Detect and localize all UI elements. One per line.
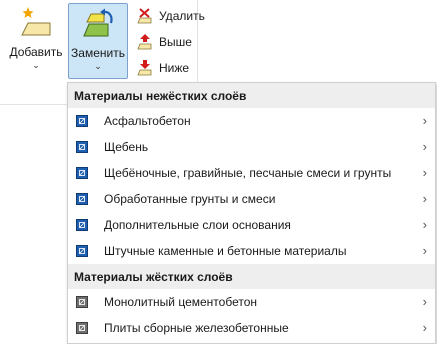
move-up-label: Выше xyxy=(159,35,192,49)
menu-item-asphalt-concrete[interactable]: Асфальтобетон › xyxy=(68,108,435,134)
menu-item-treated-soils[interactable]: Обработанные грунты и смеси › xyxy=(68,186,435,212)
delete-layer-button[interactable]: Удалить xyxy=(136,5,205,27)
replace-button-label: Заменить xyxy=(71,46,125,60)
chevron-right-icon: › xyxy=(422,191,427,206)
material-icon xyxy=(76,219,88,231)
move-up-button[interactable]: Выше xyxy=(136,31,192,53)
menu-group-header-flexible: Материалы нежёстких слоёв xyxy=(68,83,435,108)
material-icon xyxy=(76,193,88,205)
menu-item-gravel-sand-mixes[interactable]: Щебёночные, гравийные, песчаные смеси и … xyxy=(68,160,435,186)
chevron-down-icon: ⌄ xyxy=(94,61,102,71)
menu-item-label: Дополнительные слои основания xyxy=(104,218,291,232)
material-icon xyxy=(76,115,88,127)
add-button[interactable]: Добавить ⌄ xyxy=(6,3,66,79)
menu-item-monolithic-cement-concrete[interactable]: Монолитный цементобетон › xyxy=(68,289,435,315)
chevron-right-icon: › xyxy=(422,294,427,309)
layer-down-icon xyxy=(137,60,152,76)
menu-item-label: Штучные каменные и бетонные материалы xyxy=(104,244,347,258)
material-icon xyxy=(76,245,88,257)
move-down-button[interactable]: Ниже xyxy=(136,57,189,79)
move-down-label: Ниже xyxy=(159,61,190,75)
chevron-right-icon: › xyxy=(422,320,427,335)
replace-dropdown-menu: Материалы нежёстких слоёв Асфальтобетон … xyxy=(67,82,436,344)
layer-up-icon xyxy=(137,34,152,50)
replace-button[interactable]: Заменить ⌄ xyxy=(68,3,128,79)
chevron-right-icon: › xyxy=(422,113,427,128)
material-icon xyxy=(76,167,88,179)
chevron-down-icon: ⌄ xyxy=(32,60,40,70)
chevron-right-icon: › xyxy=(422,217,427,232)
layer-delete-icon xyxy=(137,8,152,24)
menu-item-stone-concrete-units[interactable]: Штучные каменные и бетонные материалы › xyxy=(68,238,435,264)
material-icon xyxy=(76,141,88,153)
menu-group-header-rigid: Материалы жёстких слоёв xyxy=(68,264,435,289)
chevron-right-icon: › xyxy=(422,243,427,258)
menu-item-label: Асфальтобетон xyxy=(104,114,191,128)
add-button-label: Добавить xyxy=(9,45,63,59)
layer-add-icon xyxy=(21,7,51,36)
menu-item-additional-base-layers[interactable]: Дополнительные слои основания › xyxy=(68,212,435,238)
menu-item-label: Обработанные грунты и смеси xyxy=(104,192,276,206)
chevron-right-icon: › xyxy=(422,165,427,180)
layer-replace-icon xyxy=(83,8,113,37)
menu-item-label: Плиты сборные железобетонные xyxy=(104,321,289,335)
material-icon xyxy=(76,322,88,334)
material-icon xyxy=(76,296,88,308)
menu-item-crushed-stone[interactable]: Щебень › xyxy=(68,134,435,160)
menu-item-label: Щебень xyxy=(104,140,149,154)
menu-item-label: Монолитный цементобетон xyxy=(104,295,258,309)
delete-layer-label: Удалить xyxy=(159,9,205,23)
chevron-right-icon: › xyxy=(422,139,427,154)
menu-item-label: Щебёночные, гравийные, песчаные смеси и … xyxy=(104,166,392,180)
menu-item-precast-rc-slabs[interactable]: Плиты сборные железобетонные › xyxy=(68,315,435,341)
